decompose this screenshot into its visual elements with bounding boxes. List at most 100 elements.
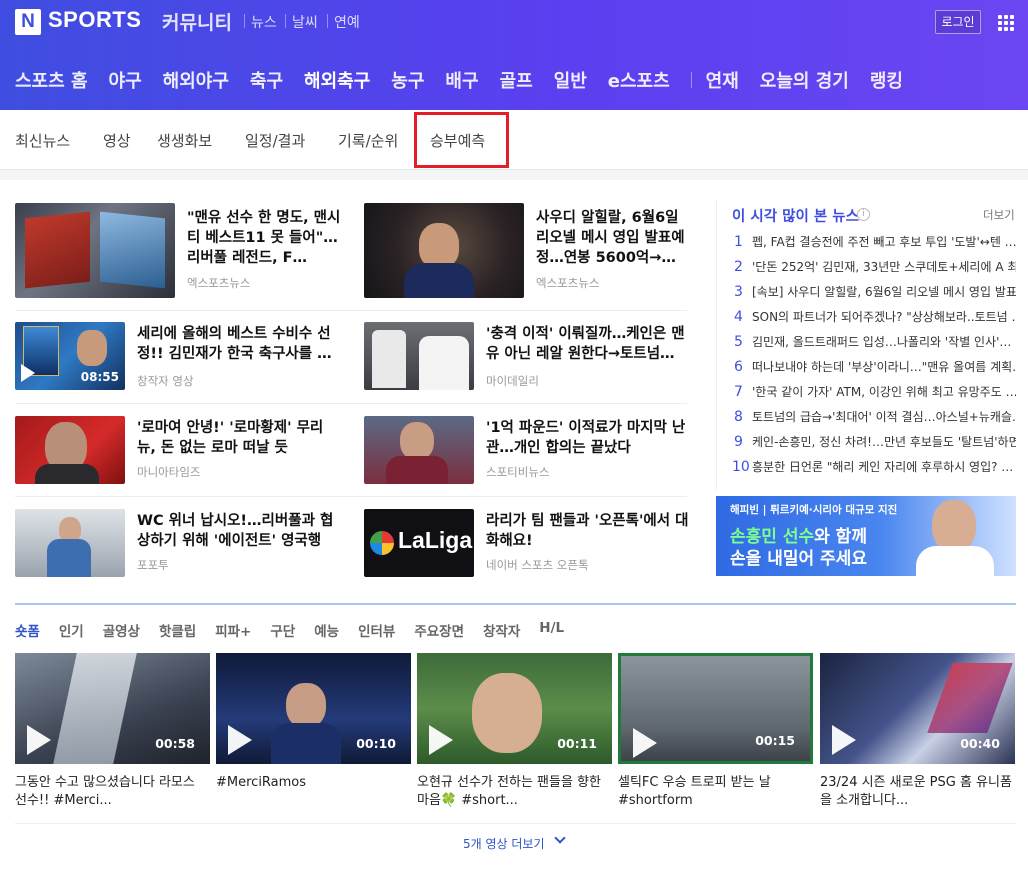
nav-golf[interactable]: 골프 — [500, 67, 533, 93]
ranking-item[interactable]: 1 펩, FA컵 결승전에 주전 빼고 후보 투입 '도발'↔텐 … — [734, 233, 1016, 255]
ranking-item[interactable]: 10 흥분한 日언론 "해리 케인 자리에 후루하시 영입? … — [732, 458, 1014, 480]
sub-nav: 최신뉴스 영상 생생화보 일정/결과 기록/순위 승부예측 — [0, 110, 1028, 170]
video-thumbnail[interactable]: 00:10 — [216, 653, 411, 764]
service-link-entertainment[interactable]: 연예 — [334, 12, 360, 32]
news-thumbnail[interactable]: 08:55 — [15, 322, 125, 390]
more-link[interactable]: 더보기 — [983, 207, 1015, 223]
tab-highlights[interactable]: H/L — [539, 620, 564, 640]
news-item[interactable]: LaLiga 라리가 팀 팬들과 '오픈톡'에서 대화해요! 네이버 스포츠 오… — [364, 509, 694, 604]
charity-banner[interactable]: 해피빈 | 튀르키예·시리아 대규모 지진 손흥민 선수와 함께 손을 내밀어 … — [716, 496, 1016, 576]
video-thumbnail[interactable]: 00:40 — [820, 653, 1015, 764]
nav-todays-games[interactable]: 오늘의 경기 — [760, 67, 849, 93]
video-caption[interactable]: 그동안 수고 많으셨습니다 라모스 선수!! #Merci... — [15, 774, 210, 810]
tab-clubs[interactable]: 구단 — [270, 620, 295, 640]
play-icon[interactable] — [21, 364, 35, 382]
news-thumbnail[interactable]: LaLiga — [364, 509, 474, 577]
subnav-records[interactable]: 기록/순위 — [338, 130, 398, 151]
video-card[interactable]: 00:15 셀틱FC 우승 트로피 받는 날 #shortform — [618, 653, 813, 810]
news-title[interactable]: 라리가 팀 팬들과 '오픈톡'에서 대화해요! — [486, 511, 691, 551]
video-card[interactable]: 00:11 오현규 선수가 전하는 팬들을 향한 마음🍀 #short... — [417, 653, 612, 810]
video-card[interactable]: 00:40 23/24 시즌 새로운 PSG 홈 유니폼을 소개합니다... — [820, 653, 1015, 810]
news-title[interactable]: "맨유 선수 한 명도, 맨시티 베스트11 못 들어"…리버풀 레전드, F… — [187, 208, 345, 268]
sports-brand[interactable]: SPORTS — [48, 7, 141, 33]
ranking-item[interactable]: 7 '한국 같이 가자' ATM, 이강인 위해 최고 유망주도 … — [734, 383, 1016, 405]
subnav-photos[interactable]: 생생화보 — [157, 130, 212, 151]
video-duration: 00:40 — [960, 736, 1000, 751]
ranking-item[interactable]: 9 케인-손흥민, 정신 차려!…만년 후보들도 '탈트넘'하면… — [734, 433, 1016, 455]
section-divider — [15, 603, 1016, 605]
subnav-video[interactable]: 영상 — [103, 130, 131, 151]
video-thumbnail[interactable]: 00:15 — [618, 653, 813, 764]
nav-ranking[interactable]: 랭킹 — [870, 67, 903, 93]
banner-text: 손을 내밀어 주세요 — [730, 549, 867, 569]
news-thumbnail[interactable] — [15, 509, 125, 577]
tab-creators[interactable]: 창작자 — [483, 620, 520, 640]
tab-fifa-plus[interactable]: 피파+ — [215, 620, 251, 640]
news-thumbnail[interactable] — [15, 203, 175, 298]
nav-volleyball[interactable]: 배구 — [445, 67, 478, 93]
ranking-item[interactable]: 6 떠나보내야 하는데 '부상'이라니…"맨유 올여름 계획… — [734, 358, 1016, 380]
subnav-latest-news[interactable]: 최신뉴스 — [15, 130, 70, 151]
nav-general[interactable]: 일반 — [554, 67, 587, 93]
news-thumbnail[interactable] — [15, 416, 125, 484]
news-title[interactable]: 세리에 올해의 베스트 수비수 선정!! 김민재가 한국 축구사를 … — [137, 324, 342, 364]
video-caption[interactable]: 23/24 시즌 새로운 PSG 홈 유니폼을 소개합니다... — [820, 774, 1015, 810]
play-icon[interactable] — [429, 725, 453, 755]
chevron-down-icon[interactable] — [554, 832, 566, 844]
play-icon[interactable] — [228, 725, 252, 755]
more-videos-button[interactable]: 5개 영상 더보기 — [463, 835, 545, 852]
nav-series[interactable]: 연재 — [706, 67, 739, 93]
video-card[interactable]: 00:58 그동안 수고 많으셨습니다 라모스 선수!! #Merci... — [15, 653, 210, 810]
tab-hotclip[interactable]: 핫클립 — [159, 620, 196, 640]
video-caption[interactable]: 오현규 선수가 전하는 팬들을 향한 마음🍀 #short... — [417, 774, 612, 810]
news-title[interactable]: '1억 파운드' 이적료가 마지막 난관…개인 합의는 끝났다 — [486, 418, 691, 458]
nav-world-baseball[interactable]: 해외야구 — [163, 67, 229, 93]
video-thumbnail[interactable]: 00:58 — [15, 653, 210, 764]
news-title[interactable]: WC 위너 납시오!…리버풀과 협상하기 위해 '에이전트' 영국행 — [137, 511, 342, 551]
news-item[interactable]: 사우디 알힐랄, 6월6일 리오넬 메시 영입 발표예정…연봉 5600억→… … — [364, 203, 694, 298]
news-thumbnail[interactable] — [364, 322, 474, 390]
ranking-item[interactable]: 5 김민재, 올드트래퍼드 입성…나폴리와 '작별 인사'… — [734, 333, 1016, 355]
play-icon[interactable] — [27, 725, 51, 755]
popular-news-panel: 이 시각 많이 본 뉴스 i 더보기 1 펩, FA컵 결승전에 주전 빼고 후보… — [716, 200, 1016, 490]
nav-football[interactable]: 축구 — [250, 67, 283, 93]
info-icon[interactable]: i — [857, 208, 870, 221]
tab-key-scenes[interactable]: 주요장면 — [414, 620, 464, 640]
video-caption[interactable]: #MerciRamos — [216, 774, 411, 792]
service-link-news[interactable]: 뉴스 — [251, 12, 277, 32]
news-item[interactable]: WC 위너 납시오!…리버풀과 협상하기 위해 '에이전트' 영국행 포포투 — [15, 509, 345, 604]
news-item[interactable]: "맨유 선수 한 명도, 맨시티 베스트11 못 들어"…리버풀 레전드, F…… — [15, 203, 345, 298]
nav-esports[interactable]: e스포츠 — [608, 67, 670, 93]
tab-variety[interactable]: 예능 — [314, 620, 339, 640]
tab-goals[interactable]: 골영상 — [103, 620, 140, 640]
community-link[interactable]: 커뮤니티 — [162, 8, 232, 35]
nav-sports-home[interactable]: 스포츠 홈 — [15, 67, 88, 93]
laliga-logo: LaLiga — [398, 527, 473, 553]
video-caption[interactable]: 셀틱FC 우승 트로피 받는 날 #shortform — [618, 774, 813, 810]
ranking-item[interactable]: 8 토트넘의 급습→'최대어' 이적 결심…아스널+뉴캐슬… — [734, 408, 1016, 430]
news-title[interactable]: '로마여 안녕!' '로마황제' 무리뉴, 돈 없는 로마 떠날 듯 — [137, 418, 342, 458]
video-duration: 00:58 — [155, 736, 195, 751]
play-icon[interactable] — [633, 728, 657, 758]
service-link-weather[interactable]: 날씨 — [292, 12, 318, 32]
subnav-schedule[interactable]: 일정/결과 — [245, 130, 305, 151]
news-title[interactable]: 사우디 알힐랄, 6월6일 리오넬 메시 영입 발표예정…연봉 5600억→… — [536, 208, 696, 268]
nav-world-football[interactable]: 해외축구 — [304, 67, 370, 93]
tab-interview[interactable]: 인터뷰 — [358, 620, 395, 640]
ranking-item[interactable]: 4 SON의 파트너가 되어주겠나? "상상해보라..토트넘 … — [734, 308, 1016, 330]
ranking-item[interactable]: 3 [속보] 사우디 알힐랄, 6월6일 리오넬 메시 영입 발표… — [734, 283, 1016, 305]
app-menu-icon[interactable] — [998, 15, 1014, 31]
naver-logo-icon[interactable]: N — [15, 9, 41, 35]
news-thumbnail[interactable] — [364, 416, 474, 484]
news-title[interactable]: '충격 이적' 이뤄질까…케인은 맨유 아닌 레알 원한다→토트넘… — [486, 324, 691, 364]
video-thumbnail[interactable]: 00:11 — [417, 653, 612, 764]
tab-popular[interactable]: 인기 — [59, 620, 84, 640]
ranking-item[interactable]: 2 '단돈 252억' 김민재, 33년만 스쿠데토+세리에 A 최… — [734, 258, 1016, 280]
login-button[interactable]: 로그인 — [935, 10, 981, 34]
news-thumbnail[interactable] — [364, 203, 524, 298]
tab-shortform[interactable]: 숏폼 — [15, 620, 40, 640]
video-card[interactable]: 00:10 #MerciRamos — [216, 653, 411, 792]
nav-basketball[interactable]: 농구 — [391, 67, 424, 93]
nav-baseball[interactable]: 야구 — [109, 67, 142, 93]
play-icon[interactable] — [832, 725, 856, 755]
